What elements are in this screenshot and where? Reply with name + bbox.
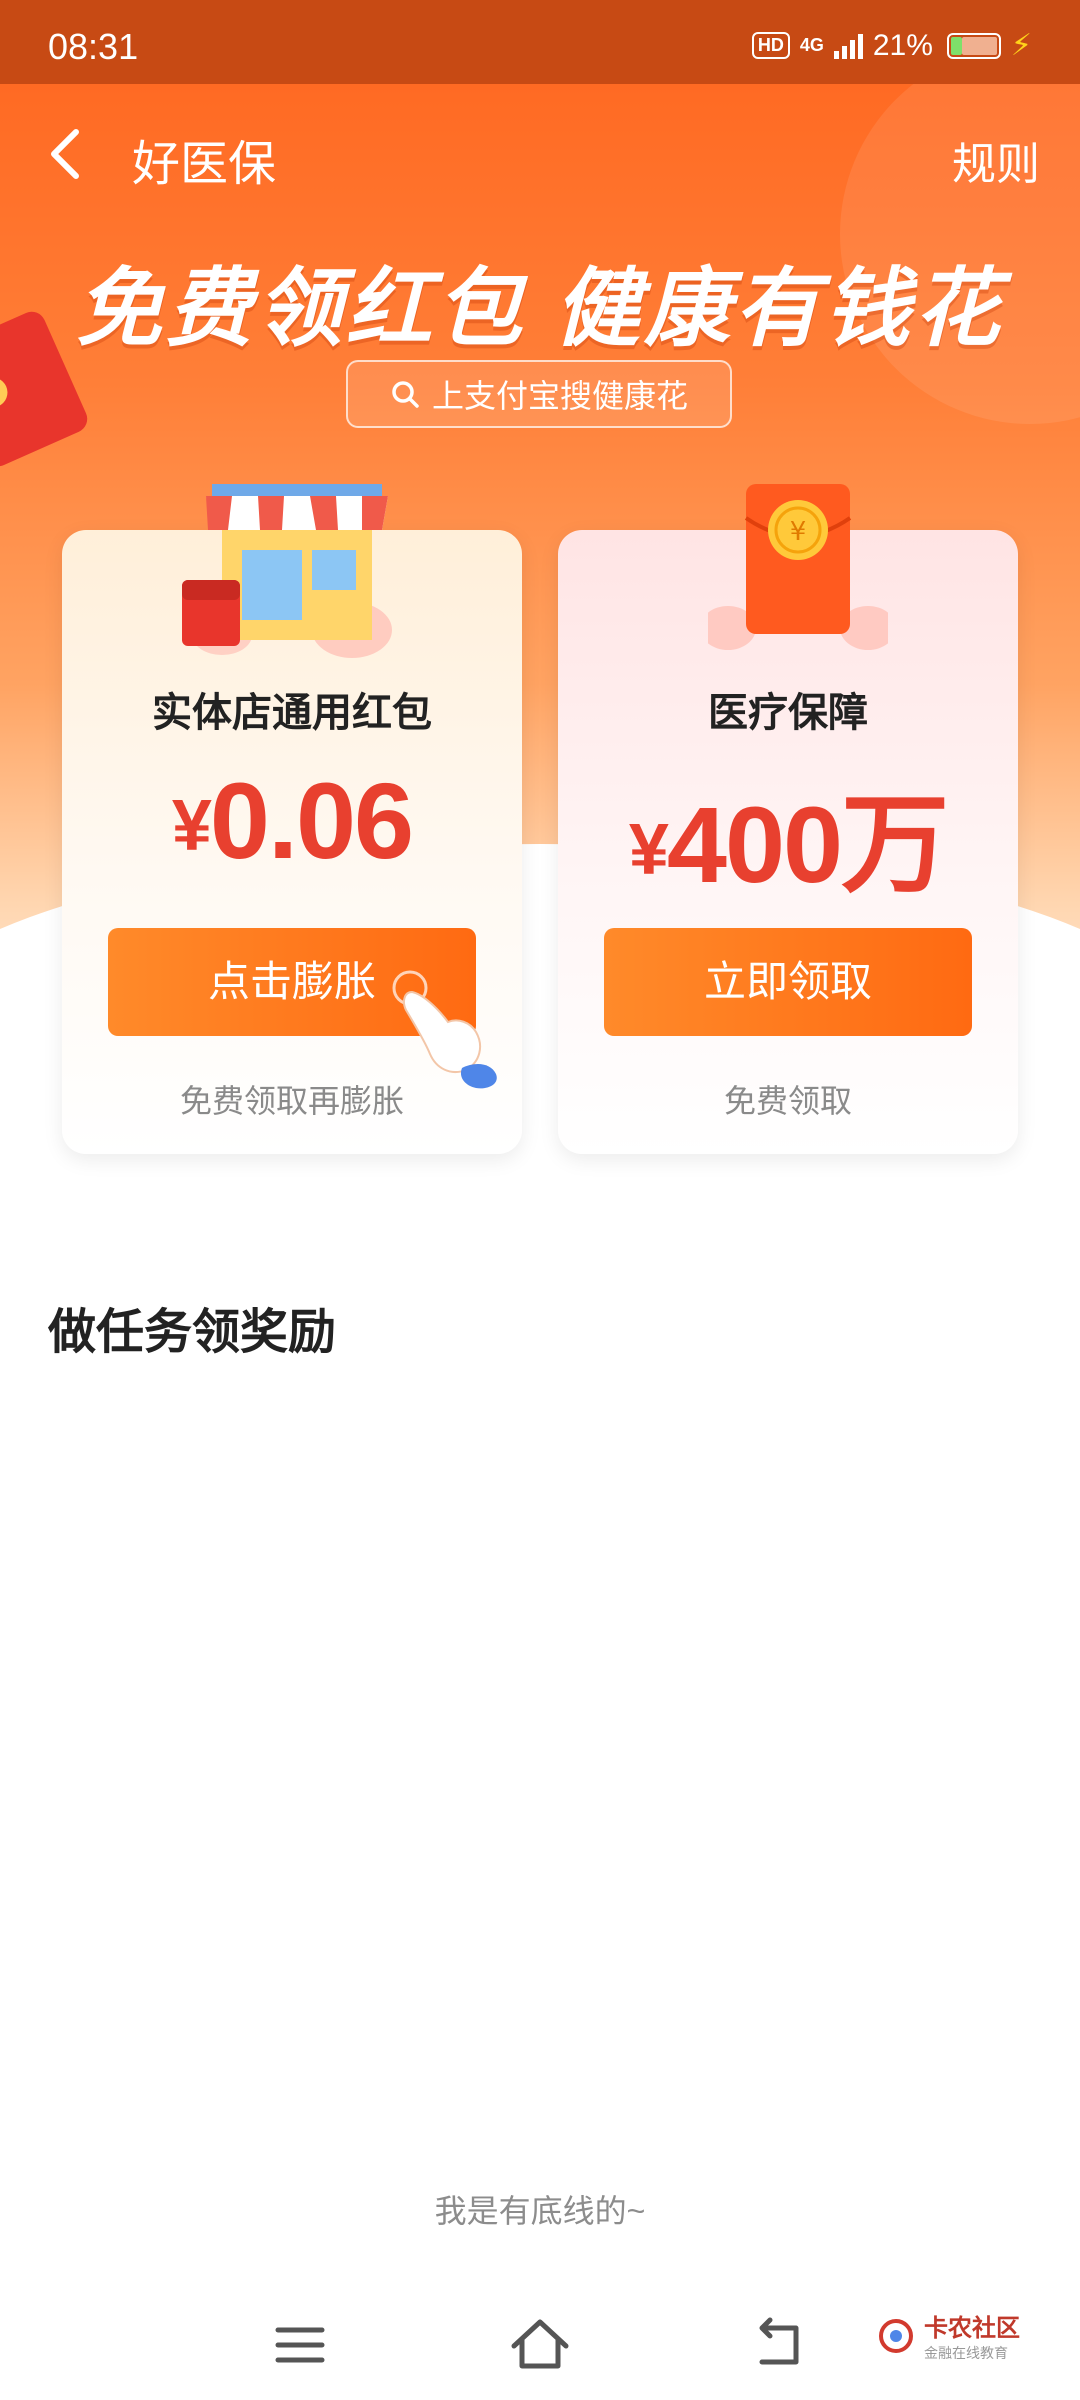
battery-icon [946,32,1001,59]
store-redpacket-card[interactable]: 实体店通用红包 ¥0.06 点击膨胀 免费领取再膨胀 [62,484,522,1154]
status-icons: HD 4G 21% ⚡ [751,28,1032,63]
storefront-icon [182,484,392,658]
red-envelope-icon: ¥ [708,484,888,650]
card-subtitle: 免费领取 [723,1083,852,1119]
watermark-name: 卡农社区 [924,2315,1020,2342]
page-title: 好医保 [132,138,277,191]
chevron-left-icon[interactable] [44,124,88,184]
charging-bolt-icon: ⚡ [1010,29,1032,62]
status-bar: 08:31 HD 4G 21% ⚡ [0,0,1080,84]
search-hint-text: 上支付宝搜健康花 [431,378,688,414]
search-hint[interactable]: 上支付宝搜健康花 [346,360,732,428]
card-amount: ¥0.06 [171,760,414,881]
medical-coverage-card[interactable]: ¥ 医疗保障 ¥400万 立即领取 免费领取 [558,484,1018,1154]
pointing-hand-icon [392,970,497,1089]
rules-link[interactable]: 规则 [952,128,1040,192]
battery-percent: 21% [872,28,933,62]
network-label: 4G [799,35,824,55]
status-time: 08:31 [48,26,139,67]
tasks-section-title: 做任务领奖励 [48,1306,337,1359]
card-amount: ¥400万 [628,784,949,905]
back-icon[interactable] [740,2310,820,2380]
search-icon [392,381,419,408]
end-of-list-note: 我是有底线的~ [434,2193,646,2229]
signal-icon [833,33,863,59]
hero-slogan: 免费领红包 健康有钱花 [76,261,1004,357]
claim-now-button[interactable]: 立即领取 [604,928,972,1036]
card-title: 医疗保障 [708,691,868,735]
watermark-tagline: 金融在线教育 [924,2345,1008,2361]
home-icon[interactable] [500,2310,580,2380]
menu-icon[interactable] [260,2310,340,2380]
card-title: 实体店通用红包 [152,691,432,735]
hd-badge: HD [751,32,790,59]
svg-text:¥: ¥ [790,517,807,547]
watermark-logo-icon [879,2318,913,2353]
watermark: 卡农社区 金融在线教育 [878,2308,1020,2363]
